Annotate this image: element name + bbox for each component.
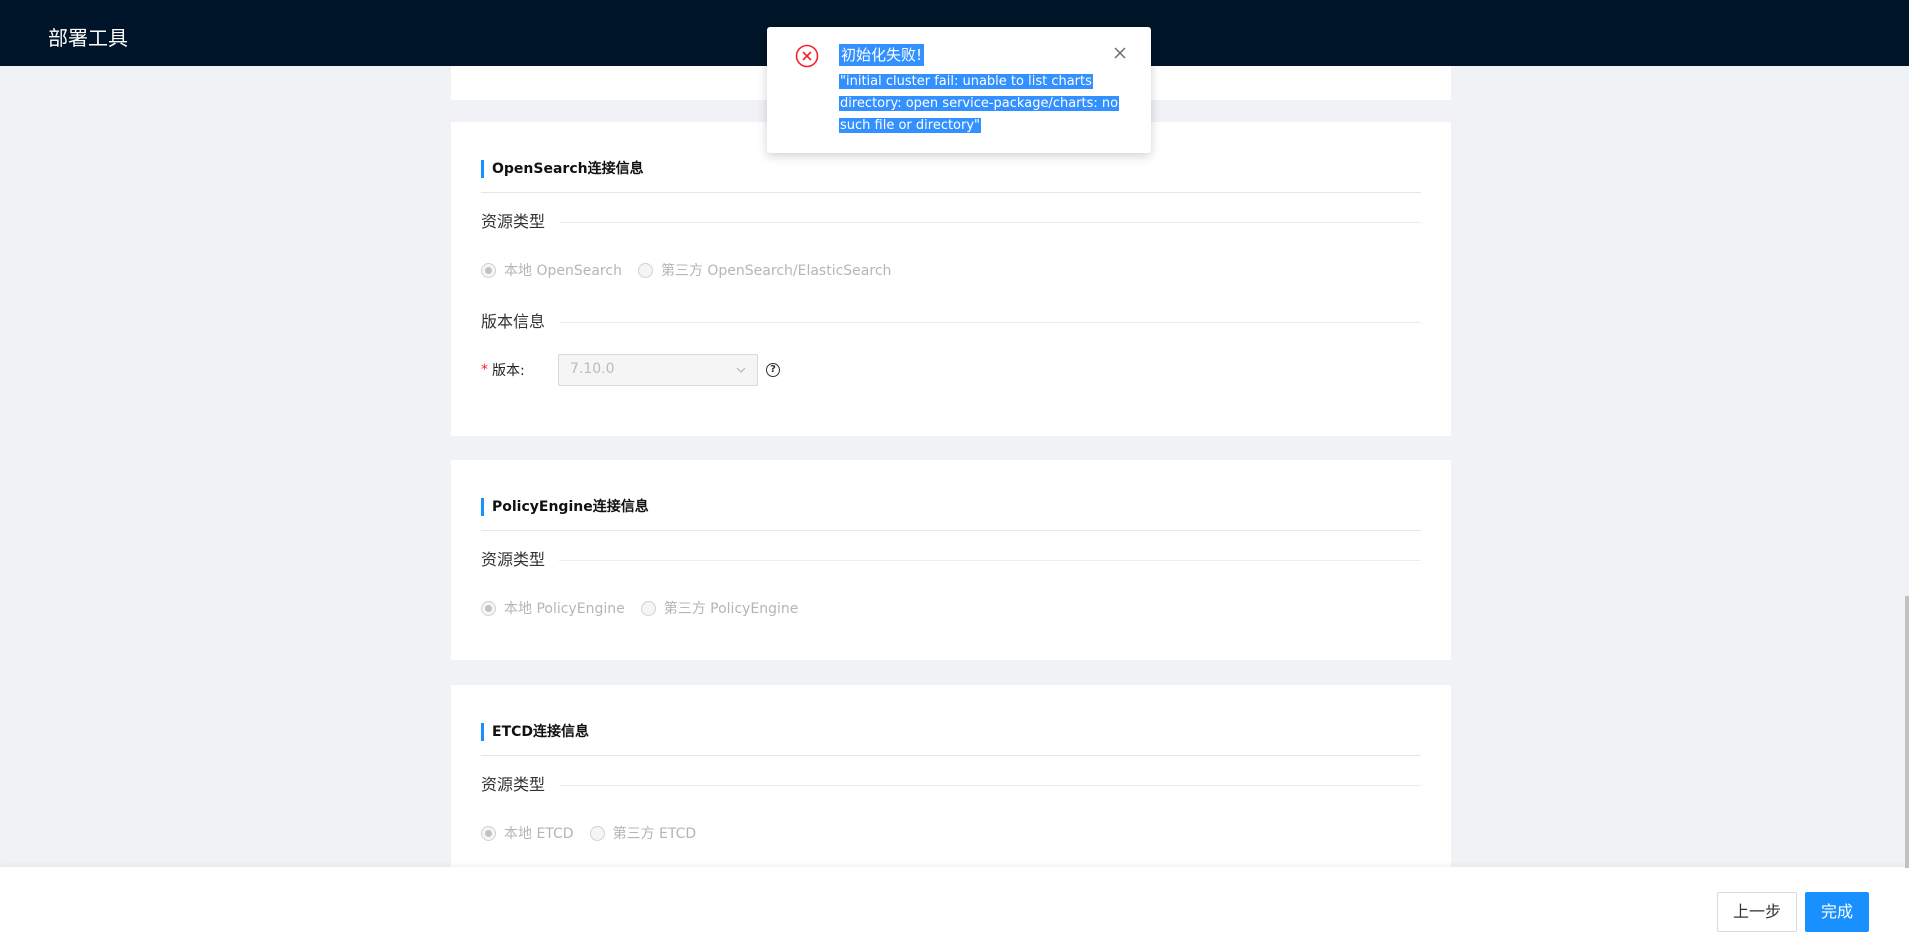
radio-local-opensearch[interactable]: 本地 OpenSearch bbox=[481, 260, 622, 280]
notification-message: "initial cluster fail: unable to list ch… bbox=[839, 71, 1129, 137]
radio-third-party-etcd[interactable]: 第三方 ETCD bbox=[589, 823, 696, 843]
radio-unchecked-icon bbox=[637, 262, 653, 278]
chevron-down-icon bbox=[736, 367, 746, 373]
resource-type-radio-group: 本地 ETCD 第三方 ETCD bbox=[481, 823, 712, 843]
resource-type-radio-group: 本地 OpenSearch 第三方 OpenSearch/ElasticSear… bbox=[481, 260, 907, 280]
close-icon[interactable] bbox=[1112, 45, 1128, 61]
radio-checked-icon bbox=[481, 600, 496, 616]
version-info-divider: 版本信息 bbox=[481, 311, 1421, 333]
version-form-row: * 版本: 7.10.0 ? bbox=[481, 354, 780, 386]
error-notification: 初始化失败! "initial cluster fail: unable to … bbox=[767, 27, 1151, 153]
section-header: PolicyEngine连接信息 bbox=[481, 460, 1421, 531]
version-value: 7.10.0 bbox=[570, 361, 615, 377]
version-select[interactable]: 7.10.0 bbox=[558, 354, 758, 386]
resource-type-label: 资源类型 bbox=[481, 211, 560, 233]
resource-type-divider: 资源类型 bbox=[481, 211, 1421, 233]
finish-button[interactable]: 完成 bbox=[1805, 892, 1869, 932]
radio-checked-icon bbox=[481, 825, 496, 841]
error-circle-icon bbox=[795, 44, 819, 68]
required-asterisk: * bbox=[481, 362, 488, 378]
radio-local-policyengine[interactable]: 本地 PolicyEngine bbox=[481, 598, 625, 618]
accent-bar bbox=[481, 160, 484, 178]
radio-local-etcd[interactable]: 本地 ETCD bbox=[481, 823, 574, 843]
section-header: ETCD连接信息 bbox=[481, 685, 1421, 756]
vertical-scrollbar[interactable] bbox=[1905, 596, 1909, 868]
previous-step-button[interactable]: 上一步 bbox=[1717, 892, 1797, 932]
section-title: PolicyEngine连接信息 bbox=[492, 499, 649, 515]
resource-type-label: 资源类型 bbox=[481, 774, 560, 796]
resource-type-divider: 资源类型 bbox=[481, 774, 1421, 796]
resource-type-divider: 资源类型 bbox=[481, 549, 1421, 571]
main-content: OpenSearch连接信息 资源类型 本地 OpenSearch 第三方 Op… bbox=[0, 66, 1909, 867]
section-title: ETCD连接信息 bbox=[492, 724, 590, 740]
radio-unchecked-icon bbox=[640, 600, 656, 616]
notification-title: 初始化失败! bbox=[839, 44, 925, 66]
help-question-icon[interactable]: ? bbox=[766, 363, 780, 377]
version-label: 版本: bbox=[492, 363, 525, 379]
version-info-label: 版本信息 bbox=[481, 311, 560, 333]
opensearch-card: OpenSearch连接信息 资源类型 本地 OpenSearch 第三方 Op… bbox=[451, 122, 1451, 436]
resource-type-label: 资源类型 bbox=[481, 549, 560, 571]
message-line: "initial cluster fail: unable to list ch… bbox=[839, 74, 1093, 89]
policyengine-card: PolicyEngine连接信息 资源类型 本地 PolicyEngine 第三… bbox=[451, 460, 1451, 660]
section-title: OpenSearch连接信息 bbox=[492, 161, 644, 177]
footer-bar: 上一步 完成 bbox=[0, 867, 1909, 949]
message-line: such file or directory" bbox=[839, 118, 982, 133]
message-line: directory: open service-package/charts: … bbox=[839, 96, 1120, 111]
radio-third-party-opensearch[interactable]: 第三方 OpenSearch/ElasticSearch bbox=[637, 260, 891, 280]
app-title: 部署工具 bbox=[48, 26, 128, 50]
accent-bar bbox=[481, 498, 484, 516]
radio-third-party-policyengine[interactable]: 第三方 PolicyEngine bbox=[640, 598, 798, 618]
radio-checked-icon bbox=[481, 262, 496, 278]
accent-bar bbox=[481, 723, 484, 741]
resource-type-radio-group: 本地 PolicyEngine 第三方 PolicyEngine bbox=[481, 598, 814, 618]
radio-unchecked-icon bbox=[589, 825, 605, 841]
etcd-card: ETCD连接信息 资源类型 本地 ETCD 第三方 ETCD bbox=[451, 685, 1451, 867]
